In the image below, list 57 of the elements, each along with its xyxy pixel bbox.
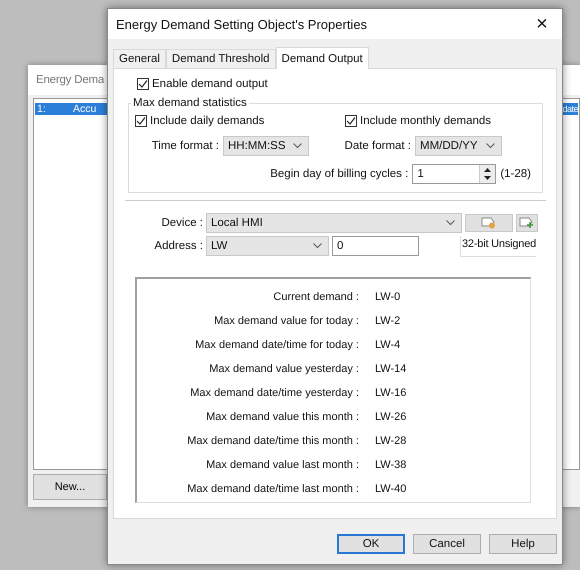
data-type-label: 32-bit Unsigned (460, 236, 536, 257)
output-address: LW-28 (375, 434, 408, 449)
output-address: LW-0 (375, 290, 402, 305)
tag-icon (481, 217, 497, 229)
output-address: LW-2 (375, 314, 402, 329)
output-label: Max demand value for today : (213, 314, 359, 329)
new-button[interactable]: New... (33, 474, 107, 500)
output-label: Current demand : (272, 290, 359, 305)
add-tag-button[interactable] (516, 214, 538, 232)
tag-plus-icon (519, 217, 535, 229)
date-format-dropdown[interactable]: MM/DD/YY (415, 136, 502, 156)
tab[interactable]: General (113, 49, 166, 68)
field-label: Address : (153, 239, 203, 254)
field-label: Begin day of billing cycles : (270, 168, 408, 180)
output-label: Max demand date/time last month : (186, 482, 359, 497)
address-field[interactable]: 0 (332, 236, 419, 256)
range-hint: (1-28) (500, 168, 531, 180)
dialog-button[interactable]: Help (489, 534, 557, 554)
close-button[interactable]: × (522, 9, 562, 39)
output-label: Max demand date/time for today : (194, 338, 359, 353)
tag-settings-button[interactable] (465, 214, 513, 232)
output-address: LW-16 (375, 386, 408, 401)
spin-field[interactable]: 1 (412, 164, 496, 184)
checkbox-label: Enable demand output (152, 78, 268, 90)
output-address: LW-14 (375, 362, 408, 377)
spin-arrows-icon[interactable] (479, 165, 496, 183)
tab[interactable]: Demand Output (276, 47, 369, 69)
tab[interactable]: Demand Threshold (166, 49, 276, 68)
checkbox-label: Include monthly demands (360, 115, 492, 127)
checkbox-label: Include daily demands (150, 115, 264, 127)
checkbox[interactable] (345, 115, 357, 127)
address-type-dropdown[interactable]: LW (206, 236, 329, 256)
output-label: Max demand value this month : (205, 410, 359, 425)
output-label: Max demand date/time this month : (186, 434, 359, 449)
dialog-button[interactable]: Cancel (413, 534, 481, 554)
dialog-button[interactable]: OK (337, 534, 405, 554)
chevron-down-icon (486, 143, 495, 149)
chevron-down-icon (313, 243, 322, 249)
dialog-title: Energy Demand Setting Object's Properties (116, 16, 368, 32)
chevron-down-icon (446, 220, 455, 226)
checkbox[interactable] (137, 78, 149, 90)
field-label: Time format : (150, 140, 219, 152)
window-title: Energy Dema (36, 74, 104, 86)
device-dropdown[interactable]: Local HMI (206, 213, 462, 233)
output-address: LW-40 (375, 482, 408, 497)
output-label: Max demand value yesterday : (208, 362, 359, 377)
group-title: Max demand statistics (132, 97, 248, 109)
field-label: Date format : (344, 140, 411, 152)
output-address: LW-4 (375, 338, 402, 353)
output-address: LW-38 (375, 458, 408, 473)
output-address: LW-26 (375, 410, 408, 425)
checkbox[interactable] (135, 115, 147, 127)
field-label: Device : (160, 217, 203, 229)
chevron-down-icon (293, 143, 302, 149)
output-label: Max demand value last month : (205, 458, 359, 473)
output-label: Max demand date/time yesterday : (189, 386, 359, 401)
time-format-dropdown[interactable]: HH:MM:SS (223, 136, 309, 156)
